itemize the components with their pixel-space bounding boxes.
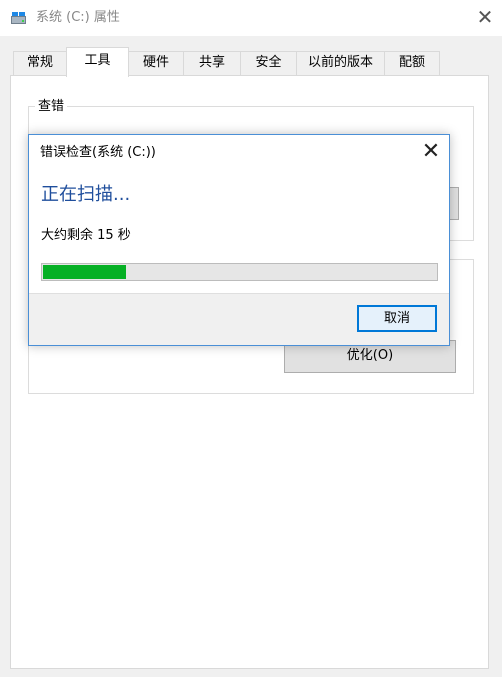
scan-progress-bar [41, 263, 438, 281]
error-checking-dialog: 错误检查(系统 (C:)) ✕ 正在扫描... 大约剩余 15 秒 取消 [28, 134, 450, 346]
drive-icon [11, 12, 26, 24]
tab-general[interactable]: 常规 [13, 51, 67, 75]
tab-security[interactable]: 安全 [240, 51, 297, 75]
dialog-title: 错误检查(系统 (C:)) [40, 145, 156, 160]
tab-hardware[interactable]: 硬件 [128, 51, 184, 75]
dialog-footer: 取消 [29, 293, 449, 345]
tab-previous-versions[interactable]: 以前的版本 [296, 51, 385, 75]
error-checking-group-title: 查错 [35, 99, 68, 115]
tab-quota[interactable]: 配额 [384, 51, 440, 75]
window-title: 系统 (C:) 属性 [36, 10, 120, 25]
dialog-close-icon[interactable]: ✕ [418, 139, 444, 165]
window-title-bar: 系统 (C:) 属性 ✕ [0, 0, 502, 36]
scan-progress-fill [43, 265, 126, 279]
tab-tools[interactable]: 工具 [66, 47, 129, 77]
time-remaining-text: 大约剩余 15 秒 [41, 228, 131, 243]
scanning-heading: 正在扫描... [41, 184, 131, 205]
cancel-button[interactable]: 取消 [357, 305, 437, 332]
window-close-icon[interactable]: ✕ [474, 6, 496, 28]
tab-sharing[interactable]: 共享 [183, 51, 241, 75]
